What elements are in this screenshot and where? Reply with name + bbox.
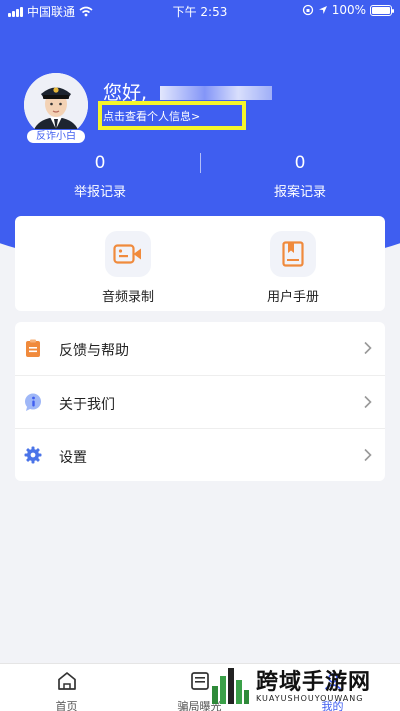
video-camera-icon [105, 231, 151, 277]
book-icon [270, 231, 316, 277]
watermark: 跨域手游网 KUAYUSHOUYOUWANG [208, 662, 398, 710]
user-manual-label: 用户手册 [266, 290, 319, 305]
menu-item-settings[interactable]: 设置 [15, 428, 385, 481]
tab-home-label: 首页 [55, 700, 78, 711]
watermark-title: 跨域手游网 [256, 669, 372, 695]
audio-record-button[interactable]: 音频录制 [68, 231, 188, 305]
avatar[interactable] [24, 73, 88, 137]
stats-divider [200, 153, 201, 173]
avatar-badge: 反诈小白 [26, 129, 86, 144]
settings-label: 设置 [59, 450, 87, 466]
case-records-stat[interactable]: 0 报案记录 [220, 153, 380, 200]
status-bar: 中国联通 下午 2:53 100% [0, 0, 400, 22]
highlight-annotation [98, 101, 246, 130]
menu-item-feedback[interactable]: 反馈与帮助 [15, 322, 385, 375]
report-records-stat[interactable]: 0 举报记录 [20, 153, 180, 200]
location-icon [318, 6, 327, 14]
battery-percent: 100% [331, 3, 366, 17]
settings-menu: 反馈与帮助 关于我们 设置 [15, 322, 385, 481]
clipboard-icon [24, 339, 42, 357]
battery-icon [370, 4, 394, 16]
username-redaction [160, 86, 272, 100]
menu-item-about[interactable]: 关于我们 [15, 375, 385, 428]
chevron-right-icon [364, 341, 372, 355]
feedback-label: 反馈与帮助 [59, 343, 129, 359]
tab-home[interactable]: 首页 [0, 664, 133, 711]
watermark-subtitle: KUAYUSHOUYOUWANG [256, 694, 364, 703]
chevron-right-icon [364, 395, 372, 409]
report-records-label: 举报记录 [73, 185, 126, 200]
tools-card: 音频录制 用户手册 [15, 216, 385, 311]
home-icon [57, 672, 76, 690]
info-icon [24, 393, 42, 411]
case-records-count: 0 [294, 153, 306, 173]
about-label: 关于我们 [59, 397, 115, 413]
chevron-right-icon [364, 448, 372, 462]
audio-record-label: 音频录制 [101, 290, 154, 305]
gear-icon [24, 446, 42, 464]
orientation-lock-icon [302, 4, 313, 16]
watermark-logo-icon [212, 668, 249, 704]
case-records-label: 报案记录 [273, 185, 326, 200]
police-avatar-icon [24, 73, 88, 137]
user-manual-button[interactable]: 用户手册 [233, 231, 353, 305]
report-records-count: 0 [94, 153, 106, 173]
